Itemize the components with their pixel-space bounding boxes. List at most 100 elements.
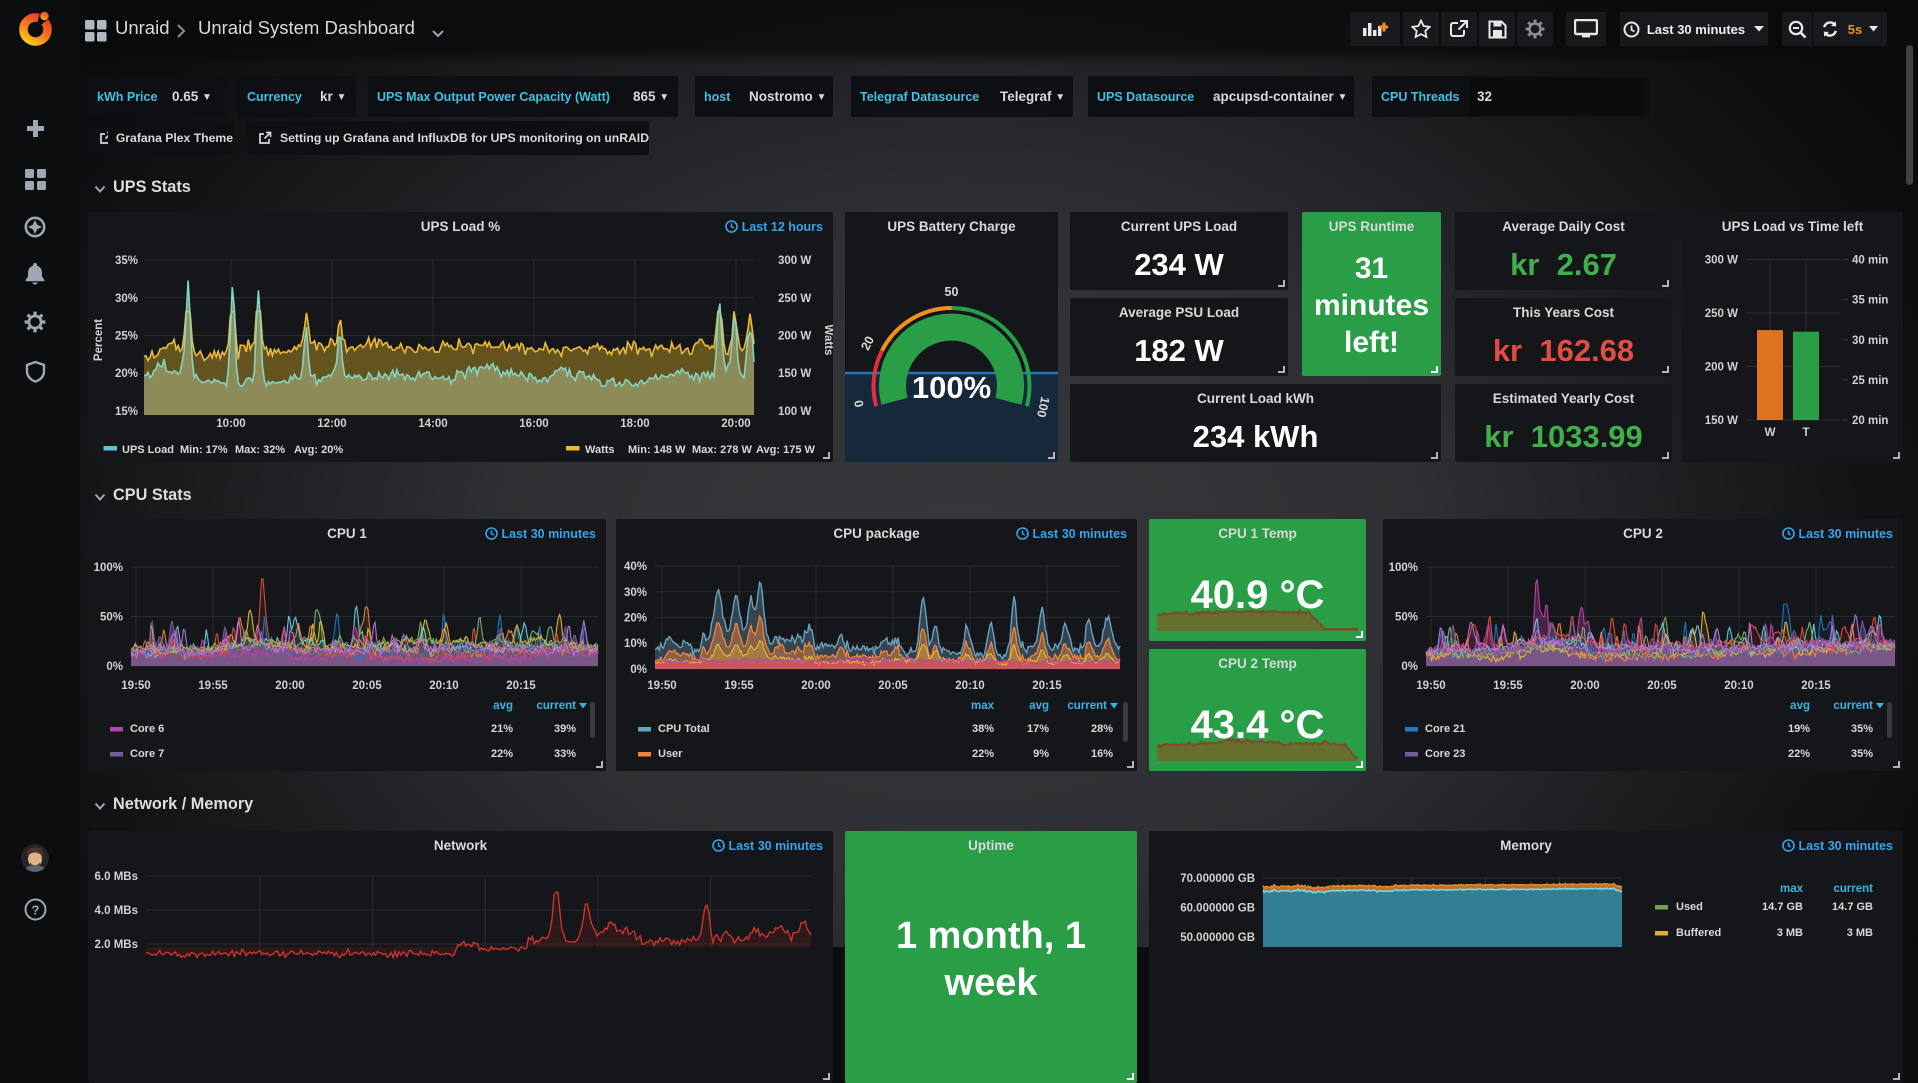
svg-text:12:00: 12:00 bbox=[317, 418, 346, 430]
svg-text:30 min: 30 min bbox=[1852, 335, 1888, 347]
svg-text:avg: avg bbox=[493, 700, 513, 712]
svg-text:User: User bbox=[658, 748, 683, 760]
svg-text:38%: 38% bbox=[972, 723, 994, 735]
svg-text:T: T bbox=[1802, 427, 1809, 439]
svg-text:50%: 50% bbox=[1395, 612, 1418, 624]
svg-text:21%: 21% bbox=[491, 723, 513, 735]
svg-text:250 W: 250 W bbox=[778, 293, 811, 305]
svg-text:current: current bbox=[536, 700, 576, 712]
svg-text:0%: 0% bbox=[106, 661, 123, 673]
svg-text:Core 23: Core 23 bbox=[1425, 748, 1465, 760]
svg-text:20:05: 20:05 bbox=[1647, 680, 1677, 692]
svg-text:20:00: 20:00 bbox=[721, 418, 750, 430]
svg-text:max: max bbox=[1780, 883, 1804, 895]
svg-text:19:50: 19:50 bbox=[1416, 680, 1445, 692]
svg-text:16:00: 16:00 bbox=[519, 418, 548, 430]
svg-text:200 W: 200 W bbox=[1705, 362, 1738, 374]
svg-text:W: W bbox=[1765, 427, 1776, 439]
svg-text:20%: 20% bbox=[115, 368, 138, 380]
svg-text:33%: 33% bbox=[554, 748, 576, 760]
svg-text:Max: 278 W: Max: 278 W bbox=[692, 444, 753, 456]
svg-text:35%: 35% bbox=[1851, 723, 1873, 735]
svg-text:14.7 GB: 14.7 GB bbox=[1832, 901, 1873, 913]
svg-text:14:00: 14:00 bbox=[418, 418, 447, 430]
svg-text:19:50: 19:50 bbox=[647, 680, 676, 692]
svg-text:100%: 100% bbox=[94, 562, 123, 574]
svg-text:35%: 35% bbox=[115, 255, 138, 267]
svg-text:200 W: 200 W bbox=[778, 331, 811, 343]
svg-text:35 min: 35 min bbox=[1852, 295, 1888, 307]
svg-text:?: ? bbox=[32, 903, 40, 918]
svg-text:10:00: 10:00 bbox=[216, 418, 245, 430]
svg-text:max: max bbox=[971, 700, 995, 712]
svg-text:20:10: 20:10 bbox=[429, 680, 458, 692]
svg-text:19:55: 19:55 bbox=[198, 680, 228, 692]
svg-text:19:55: 19:55 bbox=[1493, 680, 1523, 692]
svg-text:0%: 0% bbox=[1401, 661, 1418, 673]
svg-text:2.0 MBs: 2.0 MBs bbox=[95, 939, 138, 951]
svg-text:40%: 40% bbox=[624, 561, 647, 573]
svg-text:50.000000 GB: 50.000000 GB bbox=[1180, 932, 1255, 944]
svg-text:current: current bbox=[1833, 700, 1873, 712]
svg-text:Min: 17%: Min: 17% bbox=[180, 444, 228, 456]
svg-text:avg: avg bbox=[1029, 700, 1049, 712]
svg-text:20:00: 20:00 bbox=[1570, 680, 1599, 692]
svg-text:10%: 10% bbox=[624, 638, 647, 650]
svg-text:25 min: 25 min bbox=[1852, 375, 1888, 387]
svg-text:Watts: Watts bbox=[585, 444, 615, 456]
svg-text:20:05: 20:05 bbox=[352, 680, 382, 692]
svg-text:current: current bbox=[1833, 883, 1873, 895]
svg-text:30%: 30% bbox=[115, 293, 138, 305]
svg-text:20:15: 20:15 bbox=[1032, 680, 1062, 692]
svg-text:60.000000 GB: 60.000000 GB bbox=[1180, 903, 1255, 915]
svg-text:19:50: 19:50 bbox=[121, 680, 150, 692]
svg-text:40 min: 40 min bbox=[1852, 255, 1888, 267]
svg-text:6.0 MBs: 6.0 MBs bbox=[95, 871, 138, 883]
svg-text:3 MB: 3 MB bbox=[1777, 927, 1803, 939]
svg-text:20:00: 20:00 bbox=[275, 680, 304, 692]
svg-text:20:10: 20:10 bbox=[955, 680, 984, 692]
svg-text:22%: 22% bbox=[1788, 748, 1810, 760]
svg-text:19%: 19% bbox=[1788, 723, 1810, 735]
svg-text:100%: 100% bbox=[912, 370, 991, 405]
svg-text:Watts: Watts bbox=[822, 325, 833, 356]
svg-text:250 W: 250 W bbox=[1705, 308, 1738, 320]
svg-text:3 MB: 3 MB bbox=[1847, 927, 1873, 939]
svg-text:15%: 15% bbox=[115, 406, 138, 418]
svg-text:20:00: 20:00 bbox=[801, 680, 830, 692]
svg-text:Core 7: Core 7 bbox=[130, 748, 164, 760]
svg-text:20:05: 20:05 bbox=[878, 680, 908, 692]
svg-text:Core 21: Core 21 bbox=[1425, 723, 1465, 735]
svg-text:50: 50 bbox=[945, 285, 959, 299]
svg-text:30%: 30% bbox=[624, 587, 647, 599]
svg-text:Max: 32%: Max: 32% bbox=[235, 444, 285, 456]
svg-text:150 W: 150 W bbox=[778, 368, 811, 380]
svg-text:20:10: 20:10 bbox=[1724, 680, 1753, 692]
svg-text:20: 20 bbox=[858, 334, 877, 353]
svg-text:Avg: 175 W: Avg: 175 W bbox=[756, 444, 816, 456]
svg-text:avg: avg bbox=[1790, 700, 1810, 712]
svg-text:Core 6: Core 6 bbox=[130, 723, 164, 735]
svg-text:22%: 22% bbox=[972, 748, 994, 760]
svg-text:35%: 35% bbox=[1851, 748, 1873, 760]
svg-text:50%: 50% bbox=[100, 612, 123, 624]
svg-text:150 W: 150 W bbox=[1705, 415, 1738, 427]
svg-text:28%: 28% bbox=[1091, 723, 1113, 735]
svg-text:25%: 25% bbox=[115, 331, 138, 343]
svg-text:9%: 9% bbox=[1033, 748, 1049, 760]
svg-text:18:00: 18:00 bbox=[620, 418, 649, 430]
svg-text:current: current bbox=[1067, 700, 1107, 712]
svg-text:UPS Load: UPS Load bbox=[122, 444, 174, 456]
svg-text:Buffered: Buffered bbox=[1676, 927, 1721, 939]
svg-text:Avg: 20%: Avg: 20% bbox=[294, 444, 343, 456]
svg-text:100 W: 100 W bbox=[778, 406, 811, 418]
svg-text:20:15: 20:15 bbox=[506, 680, 536, 692]
svg-text:22%: 22% bbox=[491, 748, 513, 760]
svg-text:Percent: Percent bbox=[93, 319, 105, 361]
svg-text:20%: 20% bbox=[624, 613, 647, 625]
svg-text:14.7 GB: 14.7 GB bbox=[1762, 901, 1803, 913]
svg-text:CPU Total: CPU Total bbox=[658, 723, 710, 735]
svg-text:19:55: 19:55 bbox=[724, 680, 754, 692]
svg-text:300 W: 300 W bbox=[778, 255, 811, 267]
svg-text:16%: 16% bbox=[1091, 748, 1113, 760]
